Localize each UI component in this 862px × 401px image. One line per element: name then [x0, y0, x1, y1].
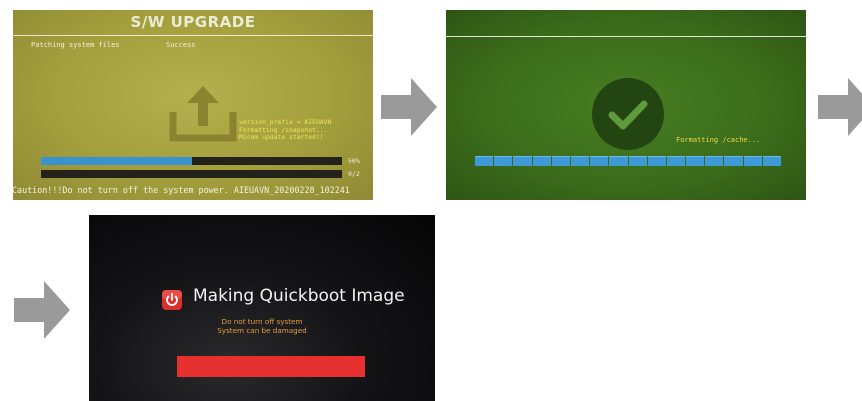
upgrade-progress-bar	[41, 157, 342, 165]
format-cache-screen: Formatting /cache...	[446, 10, 806, 200]
status-label: Patching system files	[31, 41, 120, 49]
progress-segment	[628, 156, 647, 166]
upgrade-progress-fill	[41, 157, 192, 165]
title-divider	[13, 35, 373, 36]
progress-segment	[666, 156, 686, 166]
step-count: 0/2	[348, 170, 360, 178]
sw-upgrade-screen: S/W UPGRADE Patching system files Succes…	[13, 10, 373, 200]
warning-line-1: Do not turn off system	[221, 317, 303, 326]
progress-segment	[724, 156, 743, 166]
progress-segment	[570, 156, 590, 166]
progress-segment	[686, 156, 705, 166]
segmented-progress-bar	[475, 156, 781, 166]
progress-segment	[609, 156, 628, 166]
arrow-right-icon	[14, 281, 70, 339]
power-logo-icon	[162, 290, 182, 310]
log-line: Micom update started!!	[239, 133, 324, 142]
quickboot-heading: Making Quickboot Image	[193, 286, 405, 306]
arrow-right-icon	[818, 78, 862, 136]
upgrade-title: S/W UPGRADE	[130, 13, 256, 31]
checkmark-icon	[592, 78, 664, 150]
upgrade-log: version_prefix = AIEUAVN Formatting /sna…	[239, 118, 331, 142]
progress-segment	[590, 156, 609, 166]
caution-text: Caution!!!Do not turn off the system pow…	[13, 185, 350, 195]
quickboot-progress-bar	[177, 356, 365, 377]
step-progress-bar	[41, 170, 342, 178]
progress-segment	[705, 156, 724, 166]
quickboot-screen: Making Quickboot Image Do not turn off s…	[89, 215, 435, 401]
progress-segment	[513, 156, 532, 166]
progress-segment	[551, 156, 570, 166]
top-divider	[446, 36, 806, 37]
progress-segment	[647, 156, 666, 166]
warning-line-2: System can be damaged	[217, 326, 307, 335]
upload-icon	[169, 86, 237, 142]
format-message: Formatting /cache...	[676, 136, 761, 144]
progress-percent: 50%	[348, 157, 360, 165]
progress-segment	[532, 156, 551, 166]
arrow-right-icon	[381, 78, 437, 136]
progress-segment	[475, 156, 494, 166]
progress-segment	[494, 156, 513, 166]
progress-segment	[762, 156, 781, 166]
status-value: Success	[166, 41, 196, 49]
progress-segment	[743, 156, 762, 166]
